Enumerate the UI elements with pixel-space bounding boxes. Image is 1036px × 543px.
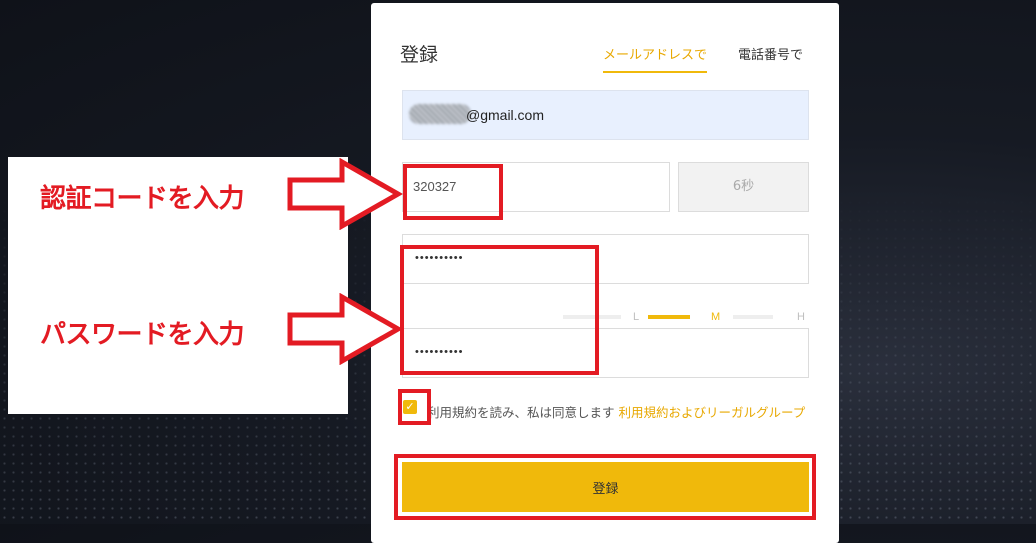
- tab-email[interactable]: メールアドレスで: [603, 44, 708, 73]
- resend-code-button[interactable]: 6秒: [678, 162, 809, 212]
- password-arrow-icon: [287, 293, 404, 365]
- email-field[interactable]: @gmail.com: [402, 90, 809, 140]
- code-arrow-icon: [287, 158, 404, 230]
- password-annotation-label: パスワードを入力: [40, 320, 245, 350]
- form-title: 登録: [400, 44, 439, 66]
- strength-bar-medium: [648, 315, 690, 319]
- email-redaction-blur: [409, 104, 471, 124]
- strength-label-high: H: [797, 311, 805, 323]
- tab-phone[interactable]: 電話番号で: [738, 44, 803, 63]
- terms-agreement: 利用規約を読み、私は同意します 利用規約およびリーガルグループ: [403, 402, 813, 424]
- strength-label-low: L: [633, 311, 640, 323]
- email-domain-text: @gmail.com: [466, 107, 545, 123]
- code-highlight-box: [403, 164, 503, 220]
- password-highlight-box: [400, 245, 599, 375]
- strength-bar-high: [733, 315, 773, 319]
- terms-text: 利用規約を読み、私は同意します: [427, 405, 615, 420]
- register-highlight-box: [394, 454, 816, 520]
- strength-label-medium: M: [711, 311, 721, 323]
- code-annotation-label: 認証コードを入力: [40, 184, 245, 214]
- terms-link[interactable]: 利用規約およびリーガルグループ: [619, 405, 806, 420]
- checkbox-highlight-box: [398, 389, 431, 425]
